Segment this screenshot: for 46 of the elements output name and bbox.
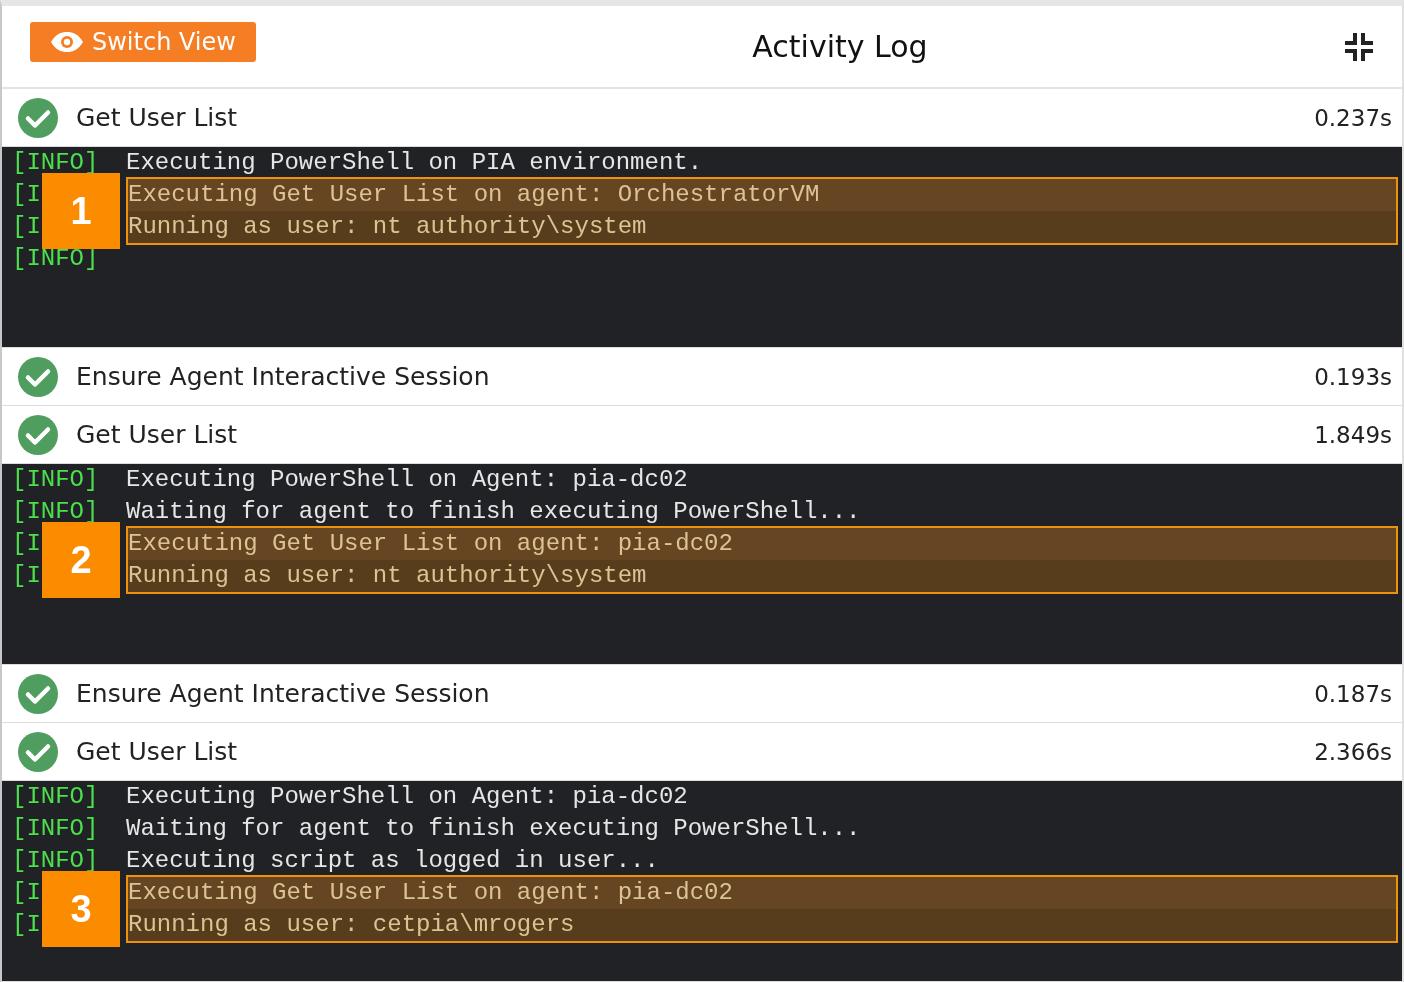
log-level: [INFO] <box>12 783 99 810</box>
log-message: Waiting for agent to finish executing PowerShell... <box>126 814 861 844</box>
step-duration: 0.187s <box>1314 680 1392 707</box>
page-title: Activity Log <box>751 29 929 64</box>
log-level: [I <box>12 878 41 908</box>
callout-number: 2 <box>42 522 120 598</box>
log-level: [INFO] <box>12 149 99 176</box>
log-message: Running as user: cetpia\mrogers <box>128 910 575 940</box>
step-name: Ensure Agent Interactive Session <box>76 679 491 708</box>
log-level: [I <box>12 561 41 591</box>
step-duration: 0.237s <box>1314 104 1392 131</box>
log-message: Executing Get User List on agent: pia-dc02 <box>128 878 733 908</box>
log-message: Executing script as logged in user... <box>126 846 659 876</box>
step-name: Get User List <box>76 103 239 132</box>
log-message: Executing Get User List on agent: OrchestratorVM <box>128 180 820 210</box>
check-circle-icon <box>17 413 59 456</box>
step-duration: 2.366s <box>1314 738 1392 765</box>
log-message: Executing PowerShell on Agent: pia-dc02 <box>126 465 688 495</box>
switch-view-button[interactable]: Switch View <box>30 21 256 62</box>
log-level: [I <box>12 529 41 559</box>
step-name: Get User List <box>76 420 239 449</box>
log-message: Executing PowerShell on Agent: pia-dc02 <box>126 782 688 812</box>
log-level: [INFO] <box>12 847 99 874</box>
step-name: Ensure Agent Interactive Session <box>76 362 491 391</box>
step-duration: 1.849s <box>1314 421 1392 448</box>
check-circle-icon <box>17 730 59 773</box>
log-message: Waiting for agent to finish executing PowerShell... <box>126 497 861 527</box>
log-level: [INFO] <box>12 466 99 493</box>
log-level: [INFO] <box>12 498 99 525</box>
eye-icon <box>50 30 84 53</box>
step-name: Get User List <box>76 737 239 766</box>
log-message: Running as user: nt authority\system <box>128 212 647 242</box>
step-duration: 0.193s <box>1314 363 1392 390</box>
log-level: [I <box>12 180 41 210</box>
log-level: [INFO] <box>12 815 99 842</box>
callout-number: 3 <box>42 871 120 947</box>
log-message: Executing Get User List on agent: pia-dc02 <box>128 529 733 559</box>
check-circle-icon <box>17 672 59 715</box>
log-message: Executing PowerShell on PIA environment. <box>126 148 703 178</box>
check-circle-icon <box>17 96 59 139</box>
check-circle-icon <box>17 355 59 398</box>
log-message: Running as user: nt authority\system <box>128 561 647 591</box>
log-level: [I <box>12 910 41 940</box>
log-level: [I <box>12 212 41 242</box>
callout-number: 1 <box>42 173 120 249</box>
collapse-icon[interactable] <box>1344 31 1374 62</box>
